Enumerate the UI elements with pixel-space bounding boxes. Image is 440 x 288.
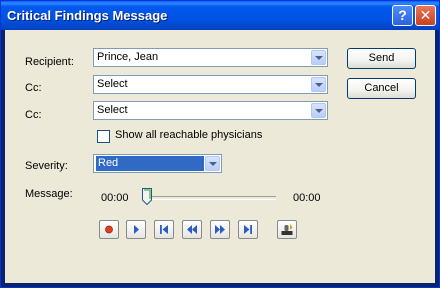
play-icon [134, 225, 139, 234]
rewind-icon [187, 225, 197, 234]
mic-settings-icon [281, 224, 293, 235]
help-button[interactable]: ? [392, 5, 413, 26]
skip-start-button[interactable] [154, 220, 174, 239]
cc1-value: Select [97, 78, 128, 90]
cc1-combo[interactable]: Select [93, 75, 328, 94]
rewind-button[interactable] [182, 220, 202, 239]
dialog-window: Critical Findings Message ? ✕ Recipient:… [0, 0, 440, 288]
skip-end-button[interactable] [238, 220, 258, 239]
play-button[interactable] [126, 220, 146, 239]
chevron-down-icon[interactable] [205, 156, 220, 171]
recipient-combo[interactable]: Prince, Jean [93, 48, 328, 67]
cc1-label: Cc: [25, 82, 42, 94]
send-button[interactable]: Send [347, 48, 416, 69]
title-bar[interactable]: Critical Findings Message ? ✕ [1, 1, 439, 30]
show-all-label[interactable]: Show all reachable physicians [115, 129, 262, 141]
slider-thumb[interactable] [142, 188, 152, 205]
recipient-label: Recipient: [25, 56, 74, 68]
chevron-down-icon[interactable] [311, 77, 326, 92]
close-button[interactable]: ✕ [415, 5, 436, 26]
close-icon: ✕ [419, 7, 432, 23]
dialog-body: Recipient: Prince, Jean Cc: Select Cc: S… [5, 30, 435, 283]
cc2-value: Select [97, 104, 128, 116]
recipient-value: Prince, Jean [97, 51, 159, 63]
chevron-down-icon[interactable] [311, 50, 326, 65]
skip-start-icon [160, 225, 168, 234]
chevron-down-icon[interactable] [311, 103, 326, 118]
message-slider-track[interactable] [142, 196, 276, 200]
cancel-button[interactable]: Cancel [347, 78, 416, 99]
mic-settings-button[interactable] [277, 220, 297, 239]
severity-value: Red [96, 156, 204, 171]
fast-forward-icon [215, 225, 225, 234]
skip-end-icon [244, 225, 252, 234]
record-button[interactable] [99, 220, 119, 239]
fast-forward-button[interactable] [210, 220, 230, 239]
end-time: 00:00 [293, 192, 321, 204]
record-icon [105, 225, 113, 234]
start-time: 00:00 [101, 192, 129, 204]
cc2-combo[interactable]: Select [93, 101, 328, 120]
question-mark-icon: ? [398, 7, 407, 23]
severity-label: Severity: [25, 160, 68, 172]
message-label: Message: [25, 188, 73, 200]
window-title: Critical Findings Message [7, 8, 168, 23]
severity-combo[interactable]: Red [93, 154, 222, 173]
show-all-checkbox[interactable] [97, 130, 110, 143]
cc2-label: Cc: [25, 109, 42, 121]
